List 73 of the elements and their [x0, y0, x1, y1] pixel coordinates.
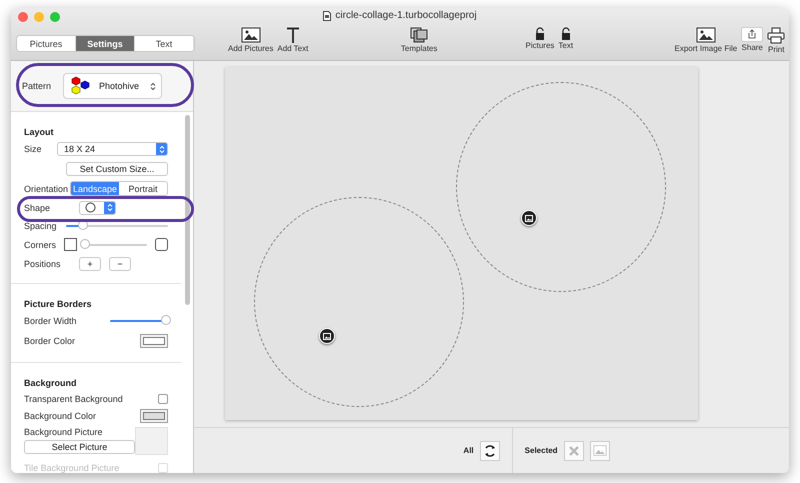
picture-icon	[525, 214, 533, 222]
size-label: Size	[24, 144, 42, 154]
share-icon	[741, 27, 764, 42]
padlock-icon	[534, 27, 545, 40]
mode-tab[interactable]: Pictures	[17, 36, 76, 51]
background-picture-well	[135, 427, 168, 455]
shape-select[interactable]	[79, 200, 116, 214]
scrollbar-thumb[interactable]	[185, 115, 190, 305]
transparent-background-label: Transparent Background	[24, 394, 123, 404]
printer-icon	[767, 27, 786, 44]
slider-thumb[interactable]	[161, 315, 172, 325]
slider-thumb[interactable]	[80, 238, 90, 248]
templates-button[interactable]: Templates	[398, 27, 440, 53]
checkbox[interactable]	[158, 394, 168, 404]
background-color-label: Background Color	[24, 410, 96, 420]
set-custom-size-button[interactable]: Set Custom Size...	[66, 162, 168, 176]
section-heading: Background	[24, 378, 77, 388]
cross-icon	[568, 444, 580, 456]
padlock-icon	[560, 27, 571, 40]
add-text-button[interactable]: Add Text	[275, 27, 310, 53]
background-color-well[interactable]	[140, 408, 168, 422]
lock-text-button[interactable]: Text	[556, 27, 576, 50]
picture-icon	[592, 445, 607, 456]
mode-tab[interactable]: Settings	[76, 36, 135, 51]
border-color-well[interactable]	[140, 334, 168, 348]
background-picture-label: Background Picture	[24, 427, 104, 437]
size-select[interactable]: 18 X 24	[57, 142, 168, 156]
shuffle-all-button[interactable]	[480, 440, 500, 460]
shape-label: Shape	[24, 202, 52, 212]
section-heading: Picture Borders	[24, 299, 92, 309]
picture-icon	[323, 332, 331, 340]
window-title: circle-collage-1.turbocollageproj	[335, 10, 477, 21]
stepper-icon	[150, 82, 156, 90]
minimize-button[interactable]	[34, 12, 44, 22]
stepper-icon	[106, 203, 112, 212]
add-picture-button[interactable]	[521, 210, 537, 226]
border-color-label: Border Color	[24, 336, 76, 346]
letter-t-icon	[286, 27, 300, 43]
add-picture-button[interactable]	[319, 328, 335, 344]
zoom-button[interactable]	[50, 12, 60, 22]
section-heading: Layout	[24, 127, 54, 137]
orientation-option[interactable]: Landscape	[71, 182, 119, 195]
remove-position-button[interactable]: −	[109, 256, 131, 270]
add-position-button[interactable]: +	[79, 256, 101, 270]
tile-background-label: Tile Background Picture	[24, 463, 120, 473]
all-label: All	[463, 446, 474, 455]
pattern-label: Pattern	[22, 81, 52, 91]
close-button[interactable]	[18, 12, 28, 22]
replace-picture-button[interactable]	[590, 440, 610, 460]
lock-pictures-button[interactable]: Pictures	[524, 27, 556, 50]
share-button[interactable]: Share	[739, 27, 766, 52]
stepper-icon	[158, 144, 164, 154]
rounded-corner-icon	[155, 238, 168, 251]
document-icon	[323, 10, 332, 20]
picture-icon	[240, 27, 261, 43]
add-pictures-button[interactable]: Add Pictures	[226, 27, 276, 53]
print-button[interactable]: Print	[765, 27, 788, 54]
corners-label: Corners	[24, 240, 56, 250]
positions-label: Positions	[24, 258, 62, 268]
select-picture-button[interactable]: Select Picture	[24, 440, 135, 454]
stacked-squares-icon	[410, 27, 428, 43]
orientation-label: Orientation	[24, 184, 68, 194]
selected-label: Selected	[524, 446, 558, 455]
hexagon-pattern-icon	[69, 76, 92, 96]
pattern-select[interactable]: Photohive	[63, 73, 162, 99]
circular-arrows-icon	[482, 444, 497, 458]
remove-selected-button[interactable]	[564, 440, 584, 460]
circle-icon	[85, 202, 96, 213]
spacing-label: Spacing	[24, 221, 57, 231]
border-width-label: Border Width	[24, 316, 77, 326]
export-image-button[interactable]: Export Image File	[672, 27, 740, 53]
picture-icon	[696, 27, 716, 43]
square-corner-icon	[64, 238, 77, 251]
